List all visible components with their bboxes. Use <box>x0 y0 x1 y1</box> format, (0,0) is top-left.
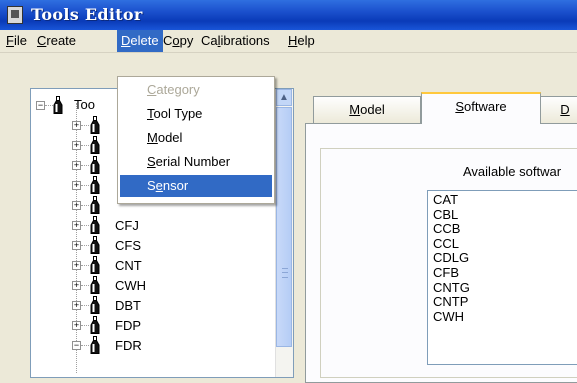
expand-icon[interactable]: + <box>72 201 81 210</box>
tree-item[interactable] <box>31 276 271 296</box>
software-list-item[interactable]: CWH <box>433 309 464 324</box>
scroll-thumb[interactable] <box>276 107 292 347</box>
expand-icon[interactable]: + <box>72 161 81 170</box>
tree-item-label: CFJ <box>115 218 139 233</box>
tree-guide-line <box>81 325 89 327</box>
software-list-item[interactable]: CFB <box>433 266 459 280</box>
tree-item[interactable] <box>31 216 271 236</box>
tree-guide-line <box>81 245 89 247</box>
tool-icon <box>90 296 100 314</box>
tree-item-label: CFS <box>115 238 141 253</box>
expand-icon[interactable]: + <box>72 141 81 150</box>
available-software-label: Available softwar <box>463 164 562 179</box>
menu-file[interactable]: File <box>2 30 31 52</box>
title-bar[interactable]: Tools Editor <box>0 0 577 30</box>
expand-icon[interactable]: + <box>72 241 81 250</box>
menu-item-category: Category <box>147 82 200 97</box>
menu-help[interactable]: Help <box>284 30 319 52</box>
app-tool-icon[interactable] <box>7 6 23 24</box>
expand-icon[interactable]: + <box>72 181 81 190</box>
menu-item-tool-type[interactable]: Tool Type <box>120 103 272 125</box>
tool-icon <box>90 256 100 274</box>
tree-item-label: CNT <box>115 258 142 273</box>
tree-item-label: DBT <box>115 298 141 313</box>
tool-icon <box>90 116 100 134</box>
tree-guide-line <box>81 185 89 187</box>
tree-item[interactable] <box>31 316 271 336</box>
expand-icon[interactable]: + <box>72 121 81 130</box>
menu-calibrations[interactable]: Calibrations <box>197 30 274 52</box>
expand-icon[interactable]: + <box>72 261 81 270</box>
tool-icon <box>90 156 100 174</box>
tool-icon <box>90 176 100 194</box>
collapse-icon[interactable]: − <box>36 101 45 110</box>
software-list-item[interactable]: CDLG <box>433 251 469 265</box>
menu-copy[interactable]: Copy <box>159 30 197 52</box>
delete-menu-dropdown: Category Tool Type Model Serial Number Senso… <box>117 76 275 204</box>
window-title: Tools Editor <box>31 5 143 24</box>
tree-item[interactable] <box>31 256 271 276</box>
tool-icon <box>90 196 100 214</box>
tool-icon <box>90 316 100 334</box>
tree-item-label: FDR <box>115 338 142 353</box>
tree-item-label: CWH <box>115 278 147 293</box>
tree-guide-line <box>45 105 53 107</box>
tree-vertical-scrollbar[interactable]: ▲ <box>275 89 293 377</box>
expand-icon[interactable]: + <box>72 301 81 310</box>
tree-guide-line <box>81 205 89 207</box>
tree-guide-line <box>81 125 89 127</box>
tree-guide-line <box>81 225 89 227</box>
tree-guide-line <box>81 145 89 147</box>
scroll-up-icon[interactable]: ▲ <box>276 89 292 106</box>
expand-icon[interactable]: + <box>72 321 81 330</box>
tab-model[interactable]: Model <box>313 96 421 124</box>
tool-icon <box>90 276 100 294</box>
software-list-item[interactable]: CBL <box>433 207 458 222</box>
tree-item-label: FDP <box>115 318 141 333</box>
tree-item[interactable] <box>31 236 271 256</box>
tree-guide-line <box>81 305 89 307</box>
menu-item-serial-number[interactable]: Serial Number <box>120 151 272 173</box>
software-list-item[interactable]: CNTG <box>433 280 470 295</box>
tool-icon <box>90 236 100 254</box>
tree-guide-line <box>81 285 89 287</box>
scroll-grip-icon <box>282 268 288 278</box>
tree-guide-line <box>81 265 89 267</box>
software-list-item[interactable]: CAT <box>433 193 458 207</box>
tree-guide-line <box>81 165 89 167</box>
tab-software[interactable]: Software <box>421 92 541 124</box>
tree-guide-line <box>81 345 89 347</box>
available-software-list[interactable]: CAT CBL CCB CCL CDLG CFB CNTG CNTP CWH <box>427 190 577 365</box>
menu-item-sensor[interactable]: Sensor <box>120 175 272 197</box>
tree-root-label: Too <box>74 97 95 112</box>
tool-icon <box>53 96 63 114</box>
tab-third[interactable]: D <box>540 96 577 124</box>
tree-item[interactable] <box>31 336 271 356</box>
software-list-item[interactable]: CNTP <box>433 295 468 309</box>
expand-icon[interactable]: + <box>72 221 81 230</box>
expand-icon[interactable]: + <box>72 281 81 290</box>
tool-icon <box>90 136 100 154</box>
tool-icon <box>90 216 100 234</box>
tree-item[interactable] <box>31 296 271 316</box>
software-list-item[interactable]: CCL <box>433 236 459 251</box>
menu-create[interactable]: Create <box>33 30 80 52</box>
collapse-icon[interactable]: − <box>72 341 81 350</box>
menu-delete[interactable]: Delete <box>117 30 163 52</box>
tool-icon <box>90 336 100 354</box>
menu-item-model[interactable]: Model <box>120 127 272 149</box>
software-list-item[interactable]: CCB <box>433 222 460 236</box>
menu-bar: File Create Delete Copy Calibrations Help <box>0 30 577 53</box>
